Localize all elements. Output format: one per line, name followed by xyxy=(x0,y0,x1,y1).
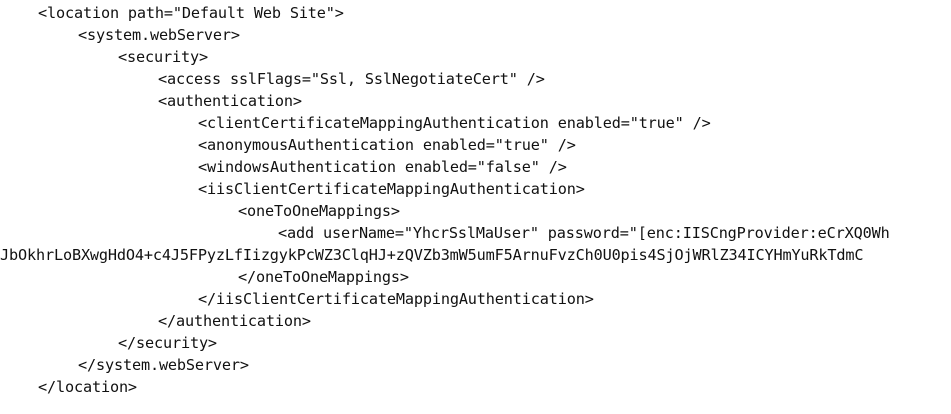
code-line-one-to-one-mappings-open: <oneToOneMappings> xyxy=(238,202,400,220)
code-line-add-user: <add userName="YhcrSslMaUser" password="… xyxy=(278,224,890,242)
code-line-client-cert-mapping-auth: <clientCertificateMappingAuthentication … xyxy=(198,114,711,132)
code-line-security-close: </security> xyxy=(118,334,217,352)
code-line-password-continuation: JbOkhrLoBXwgHdO4+c4J5FPyzLfIizgykPcWZ3Cl… xyxy=(0,246,864,264)
code-line-iis-client-cert-mapping-close: </iisClientCertificateMappingAuthenticat… xyxy=(198,290,594,308)
code-line-windows-auth: <windowsAuthentication enabled="false" /… xyxy=(198,158,567,176)
code-line-system-webserver-open: <system.webServer> xyxy=(78,26,240,44)
code-line-location-close: </location> xyxy=(38,378,137,396)
code-line-anonymous-auth: <anonymousAuthentication enabled="true" … xyxy=(198,136,576,154)
code-line-location-open: <location path="Default Web Site"> xyxy=(38,4,344,22)
code-line-access: <access sslFlags="Ssl, SslNegotiateCert"… xyxy=(158,70,545,88)
code-line-authentication-open: <authentication> xyxy=(158,92,302,110)
code-line-authentication-close: </authentication> xyxy=(158,312,311,330)
code-line-iis-client-cert-mapping-open: <iisClientCertificateMappingAuthenticati… xyxy=(198,180,585,198)
code-line-system-webserver-close: </system.webServer> xyxy=(78,356,249,374)
code-view: <location path="Default Web Site"> <syst… xyxy=(0,2,951,412)
code-line-security-open: <security> xyxy=(118,48,208,66)
code-line-one-to-one-mappings-close: </oneToOneMappings> xyxy=(238,268,409,286)
